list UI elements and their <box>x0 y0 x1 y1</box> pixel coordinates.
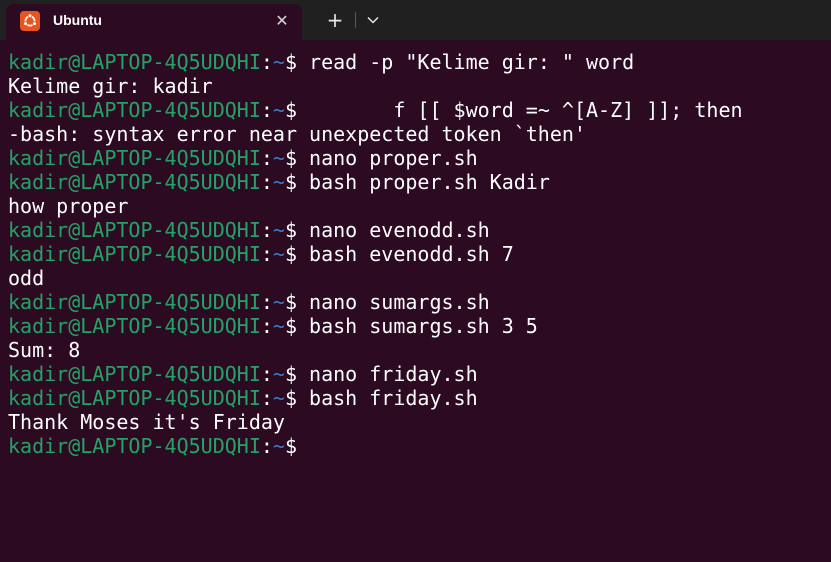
prompt-path: ~ <box>272 50 285 74</box>
output-line: Kelime gir: kadir <box>8 74 213 98</box>
prompt-symbol: $ <box>284 146 298 170</box>
command-text: bash evenodd.sh 7 <box>297 242 514 266</box>
prompt-symbol: $ <box>284 434 298 458</box>
output-line: how proper <box>8 194 129 218</box>
output-line: -bash: syntax error near unexpected toke… <box>8 122 586 146</box>
command-text: nano friday.sh <box>297 362 478 386</box>
prompt-user-host: kadir@LAPTOP-4Q5UDQHI <box>8 50 261 74</box>
ubuntu-logo-icon <box>20 11 40 31</box>
prompt-line: kadir@LAPTOP-4Q5UDQHI:~$ nano proper.sh <box>8 146 823 170</box>
prompt-user-host: kadir@LAPTOP-4Q5UDQHI <box>8 362 261 386</box>
prompt-symbol: $ <box>284 170 298 194</box>
prompt-line: kadir@LAPTOP-4Q5UDQHI:~$ nano friday.sh <box>8 362 823 386</box>
prompt-symbol: $ <box>284 386 298 410</box>
prompt-line: kadir@LAPTOP-4Q5UDQHI:~$ <box>8 434 823 458</box>
prompt-user-host: kadir@LAPTOP-4Q5UDQHI <box>8 290 261 314</box>
prompt-separator: : <box>260 218 273 242</box>
prompt-path: ~ <box>272 218 285 242</box>
prompt-user-host: kadir@LAPTOP-4Q5UDQHI <box>8 98 261 122</box>
prompt-path: ~ <box>272 314 285 338</box>
prompt-separator: : <box>260 170 273 194</box>
prompt-path: ~ <box>272 434 285 458</box>
prompt-line: kadir@LAPTOP-4Q5UDQHI:~$ bash friday.sh <box>8 386 823 410</box>
prompt-line: kadir@LAPTOP-4Q5UDQHI:~$ bash sumargs.sh… <box>8 314 823 338</box>
prompt-user-host: kadir@LAPTOP-4Q5UDQHI <box>8 146 261 170</box>
tab-title: Ubuntu <box>53 12 102 28</box>
prompt-symbol: $ <box>284 50 298 74</box>
prompt-separator: : <box>260 314 273 338</box>
prompt-separator: : <box>260 434 273 458</box>
prompt-path: ~ <box>272 242 285 266</box>
prompt-line: kadir@LAPTOP-4Q5UDQHI:~$ nano evenodd.sh <box>8 218 823 242</box>
prompt-symbol: $ <box>284 218 298 242</box>
prompt-path: ~ <box>272 362 285 386</box>
tab-ubuntu[interactable]: Ubuntu ✕ <box>6 4 302 40</box>
prompt-line: kadir@LAPTOP-4Q5UDQHI:~$ f [[ $word =~ ^… <box>8 98 823 122</box>
command-text: read -p "Kelime gir: " word <box>297 50 635 74</box>
prompt-user-host: kadir@LAPTOP-4Q5UDQHI <box>8 314 261 338</box>
prompt-user-host: kadir@LAPTOP-4Q5UDQHI <box>8 170 261 194</box>
prompt-separator: : <box>260 242 273 266</box>
prompt-separator: : <box>260 290 273 314</box>
close-icon[interactable]: ✕ <box>271 10 293 32</box>
output-line: Thank Moses it's Friday <box>8 410 285 434</box>
prompt-line: kadir@LAPTOP-4Q5UDQHI:~$ bash evenodd.sh… <box>8 242 823 266</box>
prompt-path: ~ <box>272 170 285 194</box>
prompt-separator: : <box>260 50 273 74</box>
command-text: nano proper.sh <box>297 146 478 170</box>
terminal-output[interactable]: kadir@LAPTOP-4Q5UDQHI:~$ read -p "Kelime… <box>8 50 823 556</box>
prompt-symbol: $ <box>284 242 298 266</box>
prompt-symbol: $ <box>284 314 298 338</box>
output-line: Sum: 8 <box>8 338 81 362</box>
chevron-down-icon[interactable] <box>359 6 387 34</box>
prompt-separator: : <box>260 98 273 122</box>
prompt-path: ~ <box>272 290 285 314</box>
prompt-path: ~ <box>272 98 285 122</box>
command-text: bash sumargs.sh 3 5 <box>297 314 538 338</box>
tab-separator <box>355 12 356 28</box>
command-text: nano sumargs.sh <box>297 290 490 314</box>
prompt-symbol: $ <box>284 98 298 122</box>
command-text: bash friday.sh <box>297 386 478 410</box>
prompt-symbol: $ <box>284 362 298 386</box>
command-text: nano evenodd.sh <box>297 218 490 242</box>
prompt-path: ~ <box>272 146 285 170</box>
prompt-path: ~ <box>272 386 285 410</box>
prompt-user-host: kadir@LAPTOP-4Q5UDQHI <box>8 386 261 410</box>
prompt-line: kadir@LAPTOP-4Q5UDQHI:~$ nano sumargs.sh <box>8 290 823 314</box>
prompt-user-host: kadir@LAPTOP-4Q5UDQHI <box>8 242 261 266</box>
prompt-separator: : <box>260 146 273 170</box>
prompt-user-host: kadir@LAPTOP-4Q5UDQHI <box>8 434 261 458</box>
title-bar: Ubuntu ✕ + <box>0 0 831 40</box>
command-text: bash proper.sh Kadir <box>297 170 550 194</box>
prompt-user-host: kadir@LAPTOP-4Q5UDQHI <box>8 218 261 242</box>
prompt-symbol: $ <box>284 290 298 314</box>
prompt-separator: : <box>260 386 273 410</box>
prompt-line: kadir@LAPTOP-4Q5UDQHI:~$ read -p "Kelime… <box>8 50 823 74</box>
prompt-separator: : <box>260 362 273 386</box>
output-line: odd <box>8 266 45 290</box>
plus-icon[interactable]: + <box>319 6 351 34</box>
command-text: f [[ $word =~ ^[A-Z] ]]; then <box>297 98 743 122</box>
prompt-line: kadir@LAPTOP-4Q5UDQHI:~$ bash proper.sh … <box>8 170 823 194</box>
